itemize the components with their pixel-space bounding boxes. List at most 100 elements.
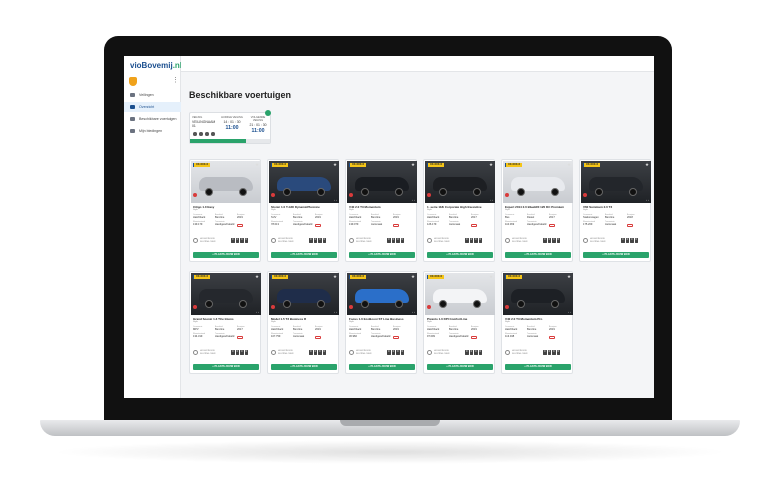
vehicle-title: V60 Summum 2.0 T3 — [583, 205, 613, 209]
place-bid-button[interactable]: + PLAATS JOUW BOD — [271, 364, 337, 370]
countdown-digit: 0 — [244, 350, 249, 355]
countdown-digit: 2 — [391, 238, 396, 243]
spec-value: 2019 — [393, 328, 399, 332]
favorite-icon[interactable]: ★ — [333, 274, 337, 280]
place-bid-button[interactable]: + PLAATS JOUW BOD — [193, 364, 259, 370]
gallery-arrows-icon[interactable]: ‹ › — [490, 310, 493, 314]
vehicle-card[interactable]: XX-XXX-X ★ ‹ › Stonic 1.0 T-GDI DynamicP… — [267, 159, 339, 262]
vehicle-photo[interactable]: XX-XXX-X ★ ‹ › — [425, 161, 495, 203]
favorite-icon[interactable]: ★ — [567, 274, 571, 280]
countdown-digit: 0 — [630, 238, 634, 243]
countdown-digit: 2 — [547, 350, 552, 355]
vehicle-card[interactable]: XX-XXX-X ★ ‹ › Citigo 1.0 Easy Style Car… — [189, 159, 261, 262]
gallery-arrows-icon[interactable]: ‹ › — [334, 198, 337, 202]
sidebar-item-label: Mijn biedingen — [139, 129, 163, 133]
vehicle-photo[interactable]: XX-XXX-X ★ ‹ › — [581, 161, 651, 203]
vehicle-card[interactable]: XX-XXX-X ★ ‹ › V60 Summum 2.0 T3 Style C… — [579, 159, 651, 262]
place-bid-button[interactable]: + PLAATS JOUW BOD — [427, 252, 493, 258]
spec-item: Transmissie Handgeschakeld — [371, 333, 393, 339]
sidebar-item-1[interactable]: Overzicht — [124, 102, 181, 112]
gallery-arrows-icon[interactable]: ‹ › — [256, 310, 259, 314]
favorite-icon[interactable]: ★ — [645, 162, 649, 168]
car-icon[interactable] — [199, 132, 203, 136]
clock-icon — [349, 238, 354, 243]
spec-item: Transmissie Handgeschakeld — [215, 333, 237, 339]
place-bid-button[interactable]: + PLAATS JOUW BOD — [349, 364, 415, 370]
vehicle-photo[interactable]: XX-XXX-X ★ ‹ › — [191, 161, 261, 203]
favorite-icon[interactable]: ★ — [489, 274, 493, 280]
place-bid-button[interactable]: + PLAATS JOUW BOD — [271, 252, 337, 258]
vehicle-card[interactable]: XX-XXX-X ★ ‹ › Grand Scenic 1.3 TCe Inte… — [189, 271, 261, 374]
gallery-arrows-icon[interactable]: ‹ › — [412, 310, 415, 314]
trophy-icon[interactable] — [129, 77, 137, 86]
vehicle-card[interactable]: XX-XXX-X ★ ‹ › 1 -serie 118i Corporate H… — [423, 159, 495, 262]
vehicle-title: V40 2.0 T3 Momentum Pro — [505, 317, 543, 321]
spec-item: Transmissie Automaat — [605, 221, 627, 227]
clock-icon — [349, 350, 354, 355]
vehicle-title: Focus 1.0 EcoBoost ST Line Business — [349, 317, 404, 321]
current-auction: HUIDIGE VEILING 14 : 01 : 30 11:00 — [220, 116, 244, 131]
favorite-icon[interactable]: ★ — [411, 162, 415, 168]
gallery-arrows-icon[interactable]: ‹ › — [568, 310, 571, 314]
vehicle-photo[interactable]: XX-XXX-X ★ ‹ › — [269, 161, 339, 203]
place-bid-button[interactable]: + PLAATS JOUW BOD — [427, 364, 493, 370]
app-logo[interactable]: vioBovemij.nl — [130, 61, 182, 70]
favorite-icon[interactable]: ★ — [411, 274, 415, 280]
spec-item: Carrosserie Hatchback — [349, 214, 371, 220]
sidebar-item-2[interactable]: Beschikbare voertuigen — [124, 114, 181, 124]
spec-item: Carrosserie Bus — [505, 214, 527, 220]
countdown-digit: 2 — [313, 238, 318, 243]
spec-item: Brandstof Benzine — [293, 326, 315, 332]
spec-item: Kilometerstand 175.209 — [583, 221, 605, 227]
spec-item: Transmissie Handgeschakeld — [215, 221, 237, 227]
more-icon[interactable]: ⋮ — [172, 77, 179, 84]
vehicle-photo[interactable]: XX-XXX-X ★ ‹ › — [503, 273, 573, 315]
settings-icon[interactable] — [211, 132, 215, 136]
gavel-icon[interactable] — [193, 132, 197, 136]
vehicle-photo[interactable]: XX-XXX-X ★ ‹ › — [503, 161, 573, 203]
vehicle-card[interactable]: XX-XXX-X ★ ‹ › V40 2.0 T3 Momentum Pro S… — [501, 271, 573, 374]
license-plate: XX-XXX-X — [583, 163, 600, 167]
damage-icon — [193, 305, 197, 309]
vehicle-photo[interactable]: XX-XXX-X ★ ‹ › — [347, 161, 417, 203]
favorite-icon[interactable]: ★ — [255, 162, 259, 168]
sidebar-item-0[interactable]: Veilingen — [124, 90, 181, 100]
spec-value: 97.099 — [427, 335, 435, 339]
spec-value: 2017 — [471, 216, 477, 220]
favorite-icon[interactable]: ★ — [255, 274, 259, 280]
favorite-icon[interactable]: ★ — [333, 162, 337, 168]
place-bid-button[interactable]: + PLAATS JOUW BOD — [349, 252, 415, 258]
gallery-arrows-icon[interactable]: ‹ › — [334, 310, 337, 314]
vehicle-photo[interactable]: XX-XXX-X ★ ‹ › — [347, 273, 417, 315]
gallery-arrows-icon[interactable]: ‹ › — [568, 198, 571, 202]
gallery-arrows-icon[interactable]: ‹ › — [412, 198, 415, 202]
current-countdown: 14 : 01 : 30 — [223, 120, 241, 124]
vehicle-photo[interactable]: XX-XXX-X ★ ‹ › — [425, 273, 495, 315]
place-bid-button[interactable]: + PLAATS JOUW BOD — [583, 252, 649, 258]
license-plate: XX-XXX-X — [505, 163, 522, 167]
vehicle-photo[interactable]: XX-XXX-X ★ ‹ › — [269, 273, 339, 315]
gallery-arrows-icon[interactable]: ‹ › — [490, 198, 493, 202]
vehicle-card[interactable]: XX-XXX-X ★ ‹ › Focus 1.0 EcoBoost ST Lin… — [345, 271, 417, 374]
vehicle-card[interactable]: XX-XXX-X ★ ‹ › Model 1.5 T3 Business R S… — [267, 271, 339, 374]
bid-text: HOOGSTE BOD SLUITING OVER — [434, 350, 449, 355]
gallery-arrows-icon[interactable]: ‹ › — [256, 198, 259, 202]
filter-icon[interactable] — [205, 132, 209, 136]
spec-item: Kilometerstand 107.759 — [271, 333, 293, 339]
spec-item: Carrosserie Hatchback — [427, 326, 449, 332]
spec-value: Benzine — [605, 216, 615, 220]
favorite-icon[interactable]: ★ — [489, 162, 493, 168]
vehicle-card[interactable]: XX-XXX-X ★ ‹ › V40 2.0 T3 Momentum Style… — [345, 159, 417, 262]
vehicle-card[interactable]: XX-XXX-X ★ ‹ › Expert 2014 2.0 BlueHDI 1… — [501, 159, 573, 262]
place-bid-button[interactable]: + PLAATS JOUW BOD — [193, 252, 259, 258]
vehicle-card[interactable]: XX-XXX-X ★ ‹ › Picanto 1.0 DPI ComfortLi… — [423, 271, 495, 374]
favorite-icon[interactable]: ★ — [567, 162, 571, 168]
place-bid-button[interactable]: + PLAATS JOUW BOD — [505, 364, 571, 370]
countdown-digit: 0 — [621, 238, 625, 243]
vehicle-title: Expert 2014 2.0 BlueHDI 120 DC Premium — [505, 205, 565, 209]
sidebar-item-3[interactable]: Mijn biedingen — [124, 126, 181, 136]
place-bid-button[interactable]: + PLAATS JOUW BOD — [505, 252, 571, 258]
gallery-arrows-icon[interactable]: ‹ › — [646, 198, 649, 202]
countdown-digit: 0 — [478, 350, 483, 355]
vehicle-photo[interactable]: XX-XXX-X ★ ‹ › — [191, 273, 261, 315]
